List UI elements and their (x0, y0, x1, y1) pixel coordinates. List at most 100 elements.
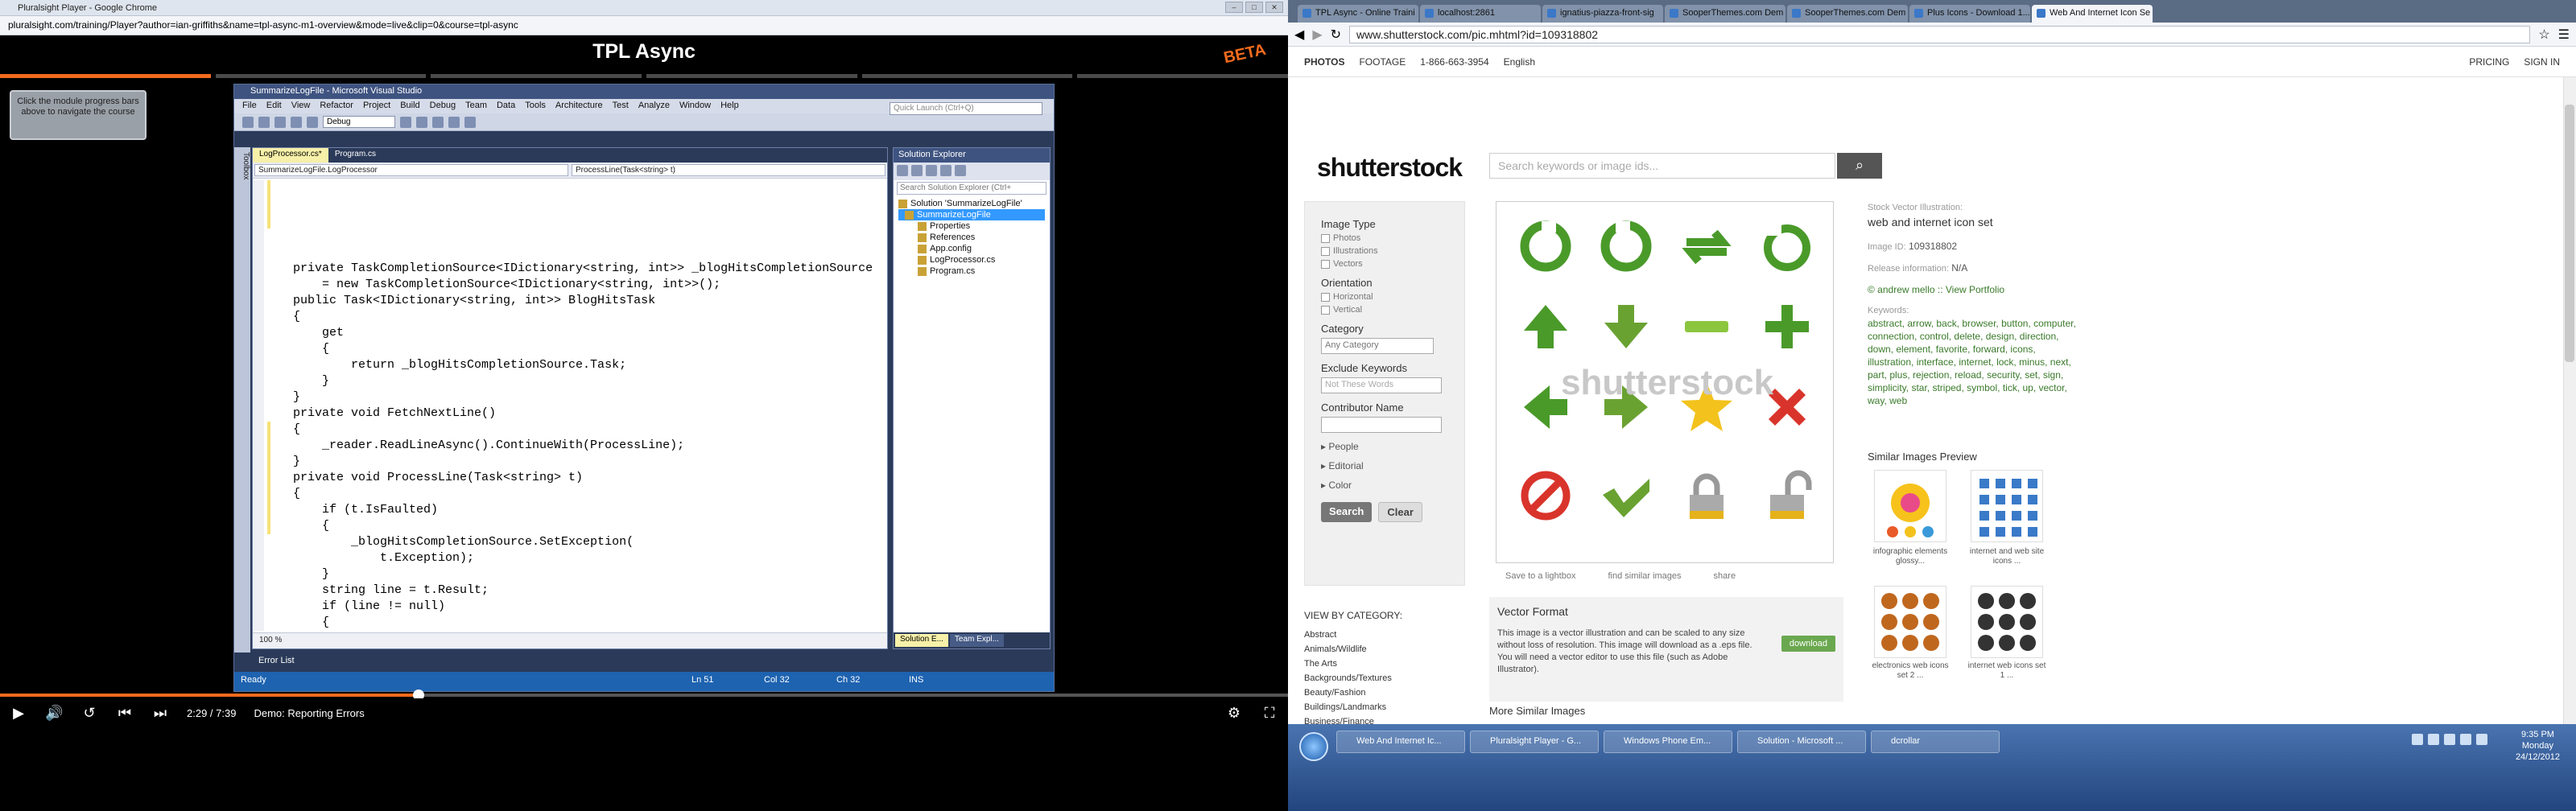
settings-icon[interactable]: ⚙ (1225, 705, 1243, 722)
module-bar-1[interactable] (0, 74, 211, 78)
similar-caption[interactable]: internet web icons set 1 ... (1967, 661, 2047, 681)
code-line[interactable]: { (293, 518, 876, 534)
left-url[interactable]: pluralsight.com/training/Player?author=i… (8, 19, 518, 31)
tool-icon[interactable] (464, 116, 476, 128)
taskbar-button[interactable]: Web And Internet Ic... (1336, 731, 1465, 753)
code-line[interactable]: private void ProcessLine(Task<string> t) (293, 470, 876, 486)
checkbox-vectors[interactable]: Vectors (1321, 259, 1448, 269)
similar-caption[interactable]: internet and web site icons ... (1967, 547, 2047, 566)
share-link[interactable]: share (1714, 571, 1736, 591)
fullscreen-icon[interactable]: ⛶ (1261, 705, 1278, 722)
solution-explorer-search[interactable]: Search Solution Explorer (Ctrl+ (897, 182, 1046, 195)
quick-launch-input[interactable]: Quick Launch (Ctrl+Q) (890, 102, 1042, 115)
tray-icon[interactable] (2428, 734, 2439, 745)
nav-signin[interactable]: SIGN IN (2524, 56, 2560, 68)
checkbox-vertical[interactable]: Vertical (1321, 305, 1448, 315)
type-nav-select[interactable]: SummarizeLogFile.LogProcessor (254, 164, 568, 176)
checkbox-photos[interactable]: Photos (1321, 233, 1448, 243)
module-progress-bars[interactable] (0, 74, 1289, 79)
close-icon[interactable]: ✕ (1265, 2, 1283, 13)
nav-pricing[interactable]: PRICING (2469, 56, 2509, 68)
tool-icon[interactable] (448, 116, 460, 128)
tree-properties[interactable]: Properties (898, 220, 1045, 232)
code-editor[interactable]: LogProcessor.cs* Program.cs SummarizeLog… (252, 147, 888, 649)
replay-icon[interactable]: ↺ (80, 705, 98, 722)
keyword-search-input[interactable]: Search keywords or image ids... (1489, 153, 1835, 179)
code-line[interactable]: { (293, 422, 876, 438)
taskbar-button[interactable]: Windows Phone Em... (1604, 731, 1732, 753)
network-tray-icon[interactable] (2476, 734, 2487, 745)
taskbar-clock[interactable]: 9:35 PM Monday 24/12/2012 (2516, 729, 2560, 763)
taskbar-button[interactable]: Solution - Microsoft ... (1737, 731, 1866, 753)
tab-program[interactable]: Program.cs (328, 148, 382, 163)
tool-icon[interactable] (432, 116, 444, 128)
module-bar-4[interactable] (646, 74, 857, 78)
code-line[interactable]: _blogHitsCompletionSource.SetException( (293, 534, 876, 550)
scrollbar-thumb[interactable] (2565, 105, 2574, 362)
tab-team-explorer[interactable]: Team Expl... (949, 634, 1004, 647)
code-line[interactable]: get (293, 325, 876, 341)
filter-color[interactable]: ▸ Color (1321, 480, 1448, 491)
menu-file[interactable]: File (242, 101, 257, 112)
language-select[interactable]: English (1504, 56, 1535, 68)
module-bar-3[interactable] (431, 74, 642, 78)
code-line[interactable]: if (t.IsFaulted) (293, 502, 876, 518)
code-line[interactable]: string line = t.Result; (293, 583, 876, 599)
similar-caption[interactable]: electronics web icons set 2 ... (1870, 661, 1951, 681)
filter-people[interactable]: ▸ People (1321, 441, 1448, 452)
menu-project[interactable]: Project (363, 101, 390, 112)
menu-architecture[interactable]: Architecture (555, 101, 603, 112)
home-icon[interactable] (897, 165, 908, 176)
keywords-list[interactable]: abstract, arrow, back, browser, button, … (1868, 317, 2077, 407)
minimize-icon[interactable]: – (1225, 2, 1243, 13)
sync-icon[interactable] (911, 165, 923, 176)
back-icon[interactable] (242, 116, 254, 128)
refresh-icon[interactable] (926, 165, 937, 176)
similar-caption[interactable]: infographic elements glossy... (1870, 547, 1951, 566)
back-arrow-icon[interactable]: ◀ (1294, 27, 1304, 43)
menu-analyze[interactable]: Analyze (638, 101, 670, 112)
category-select[interactable]: Any Category (1321, 338, 1434, 354)
similar-thumb[interactable] (1874, 470, 1946, 542)
reload-icon[interactable]: ↻ (1331, 27, 1341, 43)
right-url[interactable]: www.shutterstock.com/pic.mhtml?id=109318… (1349, 25, 2531, 43)
editor-zoom[interactable]: 100 % (253, 632, 887, 648)
tray-icon[interactable] (2444, 734, 2455, 745)
code-line[interactable]: if (line != null) (293, 599, 876, 615)
star-icon[interactable]: ☆ (2538, 27, 2549, 43)
tree-logprocessor[interactable]: LogProcessor.cs (898, 254, 1045, 266)
category-link[interactable]: Buildings/Landmarks (1304, 700, 1481, 714)
forward-icon[interactable] (258, 116, 270, 128)
menu-tools[interactable]: Tools (525, 101, 546, 112)
browser-tab-active[interactable]: Web And Internet Icon Se (2032, 5, 2153, 23)
code-line[interactable]: } (293, 373, 876, 389)
menu-team[interactable]: Team (465, 101, 487, 112)
taskbar-button[interactable]: dcrollar (1871, 731, 2000, 753)
member-nav-select[interactable]: ProcessLine(Task<string> t) (572, 164, 886, 176)
collapse-icon[interactable] (940, 165, 952, 176)
menu-view[interactable]: View (291, 101, 311, 112)
tool-icon[interactable] (416, 116, 427, 128)
browser-tab[interactable]: SooperThemes.com Dem (1787, 5, 1908, 23)
category-link[interactable]: The Arts (1304, 657, 1481, 671)
filter-editorial[interactable]: ▸ Editorial (1321, 460, 1448, 471)
volume-icon[interactable]: 🔊 (45, 705, 63, 722)
filter-search-button[interactable]: Search (1321, 502, 1373, 522)
maximize-icon[interactable]: □ (1245, 2, 1263, 13)
menu-refactor[interactable]: Refactor (320, 101, 353, 112)
code-line[interactable]: = new TaskCompletionSource<IDictionary<s… (293, 277, 876, 293)
contributor-input[interactable] (1321, 417, 1442, 433)
module-bar-5[interactable] (861, 74, 1073, 78)
toolbox-tab[interactable]: Toolbox (234, 147, 250, 662)
tree-project[interactable]: SummarizeLogFile (898, 209, 1045, 220)
play-icon[interactable]: ▶ (10, 705, 27, 722)
checkbox-horizontal[interactable]: Horizontal (1321, 292, 1448, 302)
category-link[interactable]: Beauty/Fashion (1304, 685, 1481, 700)
tray-icon[interactable] (2412, 734, 2423, 745)
category-link[interactable]: Backgrounds/Textures (1304, 671, 1481, 685)
find-similar-images[interactable]: find similar images (1608, 571, 1681, 591)
code-line[interactable]: return _blogHitsCompletionSource.Task; (293, 357, 876, 373)
error-list-tab[interactable]: Error List (234, 653, 1054, 672)
browser-tab[interactable]: TPL Async - Online Traini (1298, 5, 1418, 23)
checkbox-illustrations[interactable]: Illustrations (1321, 246, 1448, 256)
